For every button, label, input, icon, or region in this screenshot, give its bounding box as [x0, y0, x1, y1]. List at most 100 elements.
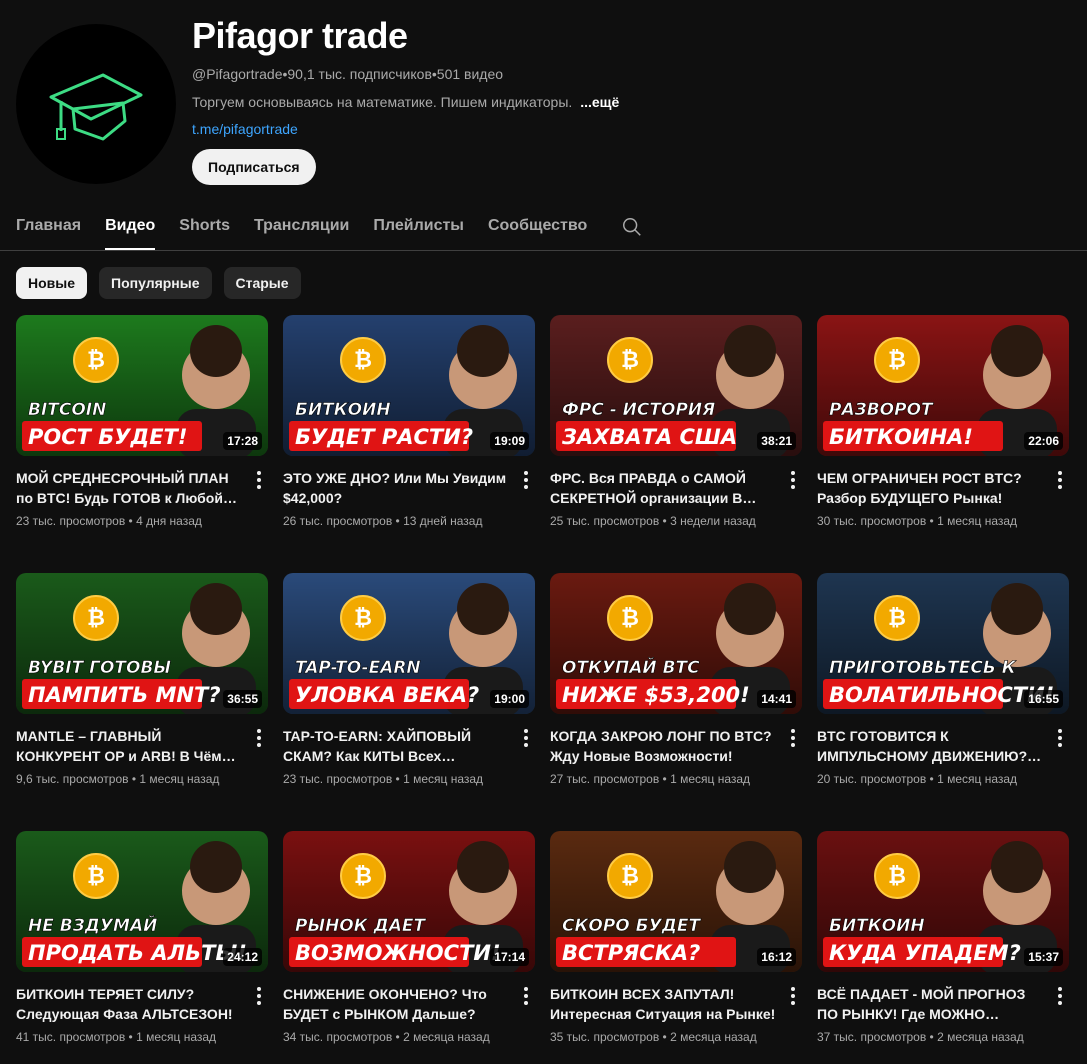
more-link[interactable]: ...ещё	[580, 94, 619, 110]
channel-link[interactable]: t.me/pifagortrade	[192, 121, 619, 137]
meta-separator: •	[392, 514, 404, 528]
video-title[interactable]: КОГДА ЗАКРОЮ ЛОНГ ПО BTC? Жду Новые Возм…	[550, 726, 778, 766]
video-thumbnail[interactable]: ₿ НЕ ВЗДУМАЙ ПРОДАТЬ АЛЬТЫ! 24:12	[16, 831, 268, 972]
meta-separator: •	[392, 772, 404, 786]
more-options-icon[interactable]	[1055, 986, 1065, 1006]
video-card-8[interactable]: ₿ ПРИГОТОВЬТЕСЬ К ВОЛАТИЛЬНОСТИ! 16:55 B…	[817, 573, 1069, 831]
video-meta: 30 тыс. просмотров • 1 месяц назад	[817, 514, 1045, 528]
tab-community[interactable]: Сообщество	[488, 208, 587, 250]
video-card-4[interactable]: ₿ РАЗВОРОТ БИТКОИНА! 22:06 ЧЕМ ОГРАНИЧЕН…	[817, 315, 1069, 573]
thumbnail-caption-bottom: ПРОДАТЬ АЛЬТЫ!	[28, 941, 247, 965]
video-title[interactable]: МОЙ СРЕДНЕСРОЧНЫЙ ПЛАН по BTC! Будь ГОТО…	[16, 468, 244, 508]
video-thumbnail[interactable]: ₿ BITCOIN РОСТ БУДЕТ! 17:28	[16, 315, 268, 456]
upload-age: 4 дня назад	[136, 514, 202, 528]
video-meta: 35 тыс. просмотров • 2 месяца назад	[550, 1030, 778, 1044]
video-details: ВСЁ ПАДАЕТ - МОЙ ПРОГНОЗ ПО РЫНКУ! Где М…	[817, 984, 1069, 1044]
more-options-icon[interactable]	[521, 728, 531, 748]
view-count: 41 тыс. просмотров	[16, 1030, 126, 1044]
view-count: 20 тыс. просмотров	[817, 772, 927, 786]
video-thumbnail[interactable]: ₿ ОТКУПАЙ BTC НИЖЕ $53,200! 14:41	[550, 573, 802, 714]
more-options-icon[interactable]	[521, 986, 531, 1006]
subscribe-button[interactable]: Подписаться	[192, 149, 316, 185]
tab-videos[interactable]: Видео	[105, 208, 156, 250]
video-thumbnail[interactable]: ₿ BYBIT ГОТОВЫ ПАМПИТЬ MNT? 36:55	[16, 573, 268, 714]
video-card-6[interactable]: ₿ TAP-TO-EARN УЛОВКА ВЕКА? 19:00 TAP-TO-…	[283, 573, 535, 831]
video-thumbnail[interactable]: ₿ БИТКОИН БУДЕТ РАСТИ? 19:09	[283, 315, 535, 456]
video-title[interactable]: ЭТО УЖЕ ДНО? Или Мы Увидим $42,000?	[283, 468, 511, 508]
tab-live[interactable]: Трансляции	[254, 208, 349, 250]
meta-separator: •	[659, 514, 671, 528]
video-thumbnail[interactable]: ₿ РЫНОК ДАЕТ ВОЗМОЖНОСТИ! 17:14	[283, 831, 535, 972]
video-meta: 37 тыс. просмотров • 2 месяца назад	[817, 1030, 1045, 1044]
channel-tabs: Главная Видео Shorts Трансляции Плейлист…	[16, 208, 643, 250]
video-duration: 24:12	[223, 948, 262, 966]
thumbnail-caption-bottom: ВОЗМОЖНОСТИ!	[295, 941, 501, 965]
video-card-3[interactable]: ₿ ФРС - ИСТОРИЯ ЗАХВАТА США 38:21 ФРС. В…	[550, 315, 802, 573]
thumbnail-caption-bottom: НИЖЕ $53,200!	[562, 683, 750, 707]
video-thumbnail[interactable]: ₿ ПРИГОТОВЬТЕСЬ К ВОЛАТИЛЬНОСТИ! 16:55	[817, 573, 1069, 714]
video-title[interactable]: ВСЁ ПАДАЕТ - МОЙ ПРОГНОЗ ПО РЫНКУ! Где М…	[817, 984, 1045, 1024]
video-title[interactable]: ЧЕМ ОГРАНИЧЕН РОСТ BTC? Разбор БУДУЩЕГО …	[817, 468, 1045, 508]
video-details: TAP-TO-EARN: ХАЙПОВЫЙ СКАМ? Как КИТЫ Все…	[283, 726, 535, 786]
upload-age: 2 месяца назад	[937, 1030, 1024, 1044]
video-thumbnail[interactable]: ₿ СКОРО БУДЕТ ВСТРЯСКА? 16:12	[550, 831, 802, 972]
more-options-icon[interactable]	[1055, 728, 1065, 748]
channel-description[interactable]: Торгуем основываясь на математике. Пишем…	[192, 94, 619, 110]
more-options-icon[interactable]	[788, 986, 798, 1006]
video-card-1[interactable]: ₿ BITCOIN РОСТ БУДЕТ! 17:28 МОЙ СРЕДНЕСР…	[16, 315, 268, 573]
chip-oldest[interactable]: Старые	[223, 267, 301, 299]
video-title[interactable]: БИТКОИН ВСЕХ ЗАПУТАЛ! Интересная Ситуаци…	[550, 984, 778, 1024]
thumbnail-caption-top: СКОРО БУДЕТ	[562, 916, 701, 936]
video-thumbnail[interactable]: ₿ ФРС - ИСТОРИЯ ЗАХВАТА США 38:21	[550, 315, 802, 456]
thumbnail-caption-top: BITCOIN	[28, 400, 106, 420]
video-meta: 26 тыс. просмотров • 13 дней назад	[283, 514, 511, 528]
video-meta: 34 тыс. просмотров • 2 месяца назад	[283, 1030, 511, 1044]
channel-info: Pifagor trade @Pifagortrade • 90,1 тыс. …	[192, 16, 619, 185]
thumbnail-caption-bottom: ПАМПИТЬ MNT?	[28, 683, 221, 707]
upload-age: 3 недели назад	[670, 514, 756, 528]
more-options-icon[interactable]	[521, 470, 531, 490]
video-card-10[interactable]: ₿ РЫНОК ДАЕТ ВОЗМОЖНОСТИ! 17:14 СНИЖЕНИЕ…	[283, 831, 535, 1064]
video-title[interactable]: БИТКОИН ТЕРЯЕТ СИЛУ? Следующая Фаза АЛЬТ…	[16, 984, 244, 1024]
video-card-9[interactable]: ₿ НЕ ВЗДУМАЙ ПРОДАТЬ АЛЬТЫ! 24:12 БИТКОИ…	[16, 831, 268, 1064]
more-options-icon[interactable]	[1055, 470, 1065, 490]
tab-home[interactable]: Главная	[16, 208, 81, 250]
channel-avatar[interactable]	[16, 24, 176, 184]
svg-text:₿: ₿	[87, 606, 105, 631]
more-options-icon[interactable]	[788, 470, 798, 490]
tab-playlists[interactable]: Плейлисты	[373, 208, 464, 250]
video-card-12[interactable]: ₿ БИТКОИН КУДА УПАДЕМ? 15:37 ВСЁ ПАДАЕТ …	[817, 831, 1069, 1064]
video-title[interactable]: MANTLE – ГЛАВНЫЙ КОНКУРЕНТ OP и ARB! В Ч…	[16, 726, 244, 766]
view-count: 23 тыс. просмотров	[283, 772, 393, 786]
video-title[interactable]: TAP-TO-EARN: ХАЙПОВЫЙ СКАМ? Как КИТЫ Все…	[283, 726, 511, 766]
thumbnail-caption-bottom: УЛОВКА ВЕКА?	[295, 683, 479, 707]
search-icon[interactable]	[621, 216, 643, 238]
tab-shorts[interactable]: Shorts	[179, 208, 230, 250]
chip-popular[interactable]: Популярные	[99, 267, 212, 299]
chip-newest[interactable]: Новые	[16, 267, 88, 299]
video-meta: 20 тыс. просмотров • 1 месяц назад	[817, 772, 1045, 786]
video-title[interactable]: ФРС. Вся ПРАВДА о САМОЙ СЕКРЕТНОЙ органи…	[550, 468, 778, 508]
video-card-7[interactable]: ₿ ОТКУПАЙ BTC НИЖЕ $53,200! 14:41 КОГДА …	[550, 573, 802, 831]
thumbnail-caption-top: ПРИГОТОВЬТЕСЬ К	[829, 658, 1017, 678]
more-options-icon[interactable]	[788, 728, 798, 748]
svg-text:₿: ₿	[621, 348, 639, 373]
video-title[interactable]: СНИЖЕНИЕ ОКОНЧЕНО? Что БУДЕТ с РЫНКОМ Да…	[283, 984, 511, 1024]
video-card-11[interactable]: ₿ СКОРО БУДЕТ ВСТРЯСКА? 16:12 БИТКОИН ВС…	[550, 831, 802, 1064]
thumbnail-caption-bottom: ВСТРЯСКА?	[562, 941, 700, 965]
more-options-icon[interactable]	[254, 470, 264, 490]
video-thumbnail[interactable]: ₿ РАЗВОРОТ БИТКОИНА! 22:06	[817, 315, 1069, 456]
video-thumbnail[interactable]: ₿ TAP-TO-EARN УЛОВКА ВЕКА? 19:00	[283, 573, 535, 714]
more-options-icon[interactable]	[254, 986, 264, 1006]
video-title[interactable]: BTC ГОТОВИТСЯ К ИМПУЛЬСНОМУ ДВИЖЕНИЮ? Н…	[817, 726, 1045, 766]
more-options-icon[interactable]	[254, 728, 264, 748]
thumbnail-caption-bottom: КУДА УПАДЕМ?	[829, 941, 1021, 965]
video-meta: 27 тыс. просмотров • 1 месяц назад	[550, 772, 778, 786]
video-thumbnail[interactable]: ₿ БИТКОИН КУДА УПАДЕМ? 15:37	[817, 831, 1069, 972]
meta-separator: •	[125, 1030, 137, 1044]
video-duration: 17:28	[223, 432, 262, 450]
video-card-2[interactable]: ₿ БИТКОИН БУДЕТ РАСТИ? 19:09 ЭТО УЖЕ ДНО…	[283, 315, 535, 573]
meta-separator: •	[926, 1030, 938, 1044]
svg-text:₿: ₿	[888, 864, 906, 889]
video-card-5[interactable]: ₿ BYBIT ГОТОВЫ ПАМПИТЬ MNT? 36:55 MANTLE…	[16, 573, 268, 831]
